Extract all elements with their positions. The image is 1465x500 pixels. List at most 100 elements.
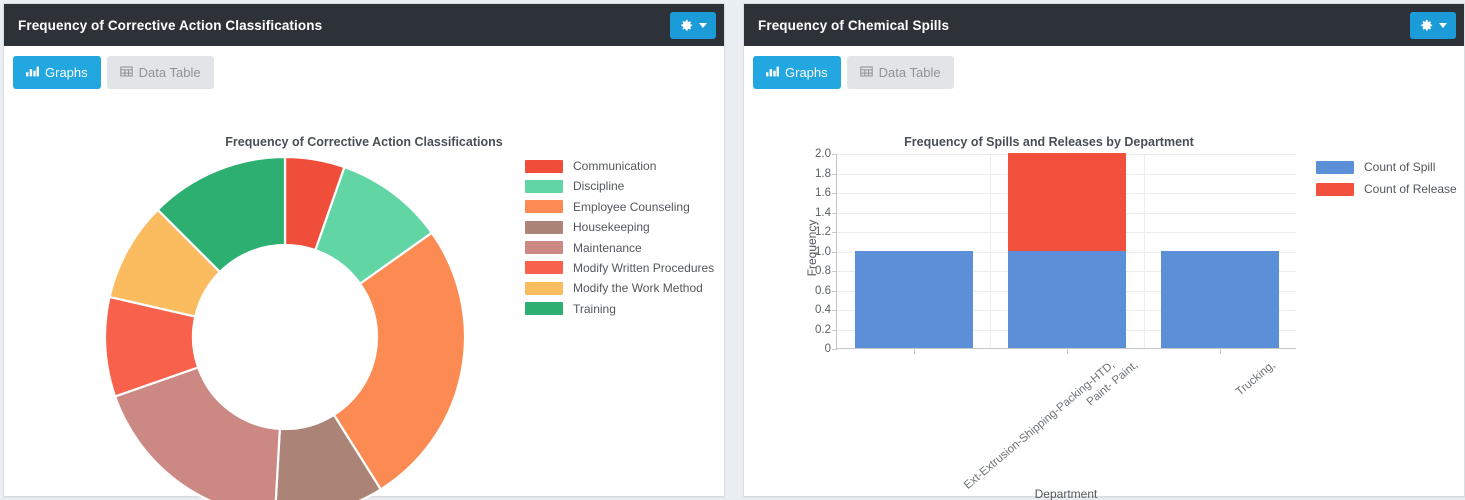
legend-item[interactable]: Employee Counseling <box>525 200 714 214</box>
y-tick-mark <box>832 271 837 272</box>
bar-segment[interactable] <box>855 251 973 349</box>
legend-color-swatch <box>525 241 563 254</box>
x-tick-mark <box>1220 348 1221 354</box>
y-tick-label: 1.8 <box>815 168 831 180</box>
y-tick-mark <box>832 213 837 214</box>
legend-color-swatch <box>525 261 563 274</box>
legend-color-swatch <box>1316 183 1354 196</box>
legend-item-label: Maintenance <box>573 241 642 255</box>
panel-header: Frequency of Chemical Spills <box>744 4 1464 46</box>
tabbar: Graphs Data Table <box>4 46 724 89</box>
y-tick-label: 1.6 <box>815 187 831 199</box>
y-tick-label: 1.0 <box>815 246 831 258</box>
legend-item-label: Modify Written Procedures <box>573 261 714 275</box>
chevron-down-icon <box>1439 23 1447 28</box>
legend-item-label: Count of Release <box>1364 182 1457 196</box>
legend-item[interactable]: Discipline <box>525 179 714 193</box>
bar-legend: Count of Spill Count of Release <box>1316 160 1457 196</box>
legend-color-swatch <box>525 180 563 193</box>
settings-dropdown-button[interactable] <box>1410 12 1456 39</box>
tab-data-table[interactable]: Data Table <box>107 56 214 89</box>
legend-item[interactable]: Maintenance <box>525 241 714 255</box>
legend-item[interactable]: Housekeeping <box>525 220 714 234</box>
y-tick-mark <box>832 232 837 233</box>
panel-title: Frequency of Chemical Spills <box>758 18 949 33</box>
chevron-down-icon <box>699 23 707 28</box>
x-tick-label: Trucking, <box>1234 359 1278 398</box>
tab-data-table-label: Data Table <box>879 65 941 80</box>
x-tick-mark <box>1067 348 1068 354</box>
y-tick-mark <box>832 330 837 331</box>
y-tick-mark <box>832 291 837 292</box>
vertical-gridline <box>1144 154 1145 348</box>
legend-item[interactable]: Count of Release <box>1316 182 1457 196</box>
y-tick-label: 0.8 <box>815 265 831 277</box>
legend-color-swatch <box>525 221 563 234</box>
x-tick-mark <box>914 348 915 354</box>
bar-stack[interactable] <box>1008 153 1126 348</box>
y-tick-mark <box>832 349 837 350</box>
donut-chart-title: Frequency of Corrective Action Classific… <box>4 135 724 149</box>
tab-graphs-label: Graphs <box>45 65 88 80</box>
y-tick-label: 0.2 <box>815 324 831 336</box>
bar-chart-icon <box>766 65 779 81</box>
y-tick-label: 1.4 <box>815 207 831 219</box>
legend-item[interactable]: Count of Spill <box>1316 160 1457 174</box>
tab-graphs-label: Graphs <box>785 65 828 80</box>
legend-color-swatch <box>525 200 563 213</box>
table-icon <box>120 65 133 81</box>
bar-stack[interactable] <box>855 251 973 349</box>
y-tick-mark <box>832 154 837 155</box>
gear-icon <box>1419 18 1434 33</box>
legend-item-label: Employee Counseling <box>573 200 690 214</box>
donut-graphic[interactable] <box>100 152 470 500</box>
gear-icon <box>679 18 694 33</box>
legend-item-label: Training <box>573 302 616 316</box>
legend-item[interactable]: Training <box>525 302 714 316</box>
x-tick-label: Ext-Extrusion-Shipping-Packing-HTD, <box>962 359 1117 492</box>
tab-graphs[interactable]: Graphs <box>13 56 101 89</box>
tabbar: Graphs Data Table <box>744 46 1464 89</box>
legend-color-swatch <box>525 302 563 315</box>
dashboard: Frequency of Corrective Action Classific… <box>0 0 1465 500</box>
table-icon <box>860 65 873 81</box>
legend-item-label: Discipline <box>573 179 624 193</box>
bar-segment[interactable] <box>1008 153 1126 251</box>
legend-item-label: Housekeeping <box>573 220 650 234</box>
panel-corrective-actions: Frequency of Corrective Action Classific… <box>3 3 725 497</box>
legend-item[interactable]: Modify Written Procedures <box>525 261 714 275</box>
legend-item-label: Communication <box>573 159 656 173</box>
panel-header: Frequency of Corrective Action Classific… <box>4 4 724 46</box>
bar-stack[interactable] <box>1161 251 1279 349</box>
y-tick-label: 0 <box>825 343 831 355</box>
y-tick-mark <box>832 193 837 194</box>
legend-item[interactable]: Modify the Work Method <box>525 281 714 295</box>
bar-chart-icon <box>26 65 39 81</box>
legend-item-label: Count of Spill <box>1364 160 1435 174</box>
panel-title: Frequency of Corrective Action Classific… <box>18 18 322 33</box>
panel-chemical-spills: Frequency of Chemical Spills <box>743 3 1465 497</box>
legend-item[interactable]: Communication <box>525 159 714 173</box>
settings-dropdown-button[interactable] <box>670 12 716 39</box>
y-tick-label: 2.0 <box>815 148 831 160</box>
donut-chart: Frequency of Corrective Action Classific… <box>4 89 724 496</box>
y-tick-mark <box>832 174 837 175</box>
bar-segment[interactable] <box>1008 251 1126 349</box>
bar-chart-x-axis-label: Department <box>836 487 1296 500</box>
y-tick-label: 1.2 <box>815 226 831 238</box>
legend-color-swatch <box>525 282 563 295</box>
bar-plot-area[interactable]: 00.20.40.60.81.01.21.41.61.82.0 <box>836 154 1296 349</box>
vertical-gridline <box>990 154 991 348</box>
bar-chart: Frequency of Spills and Releases by Depa… <box>744 89 1464 496</box>
legend-color-swatch <box>525 160 563 173</box>
bar-chart-title: Frequency of Spills and Releases by Depa… <box>784 135 1314 149</box>
tab-graphs[interactable]: Graphs <box>753 56 841 89</box>
y-tick-label: 0.6 <box>815 285 831 297</box>
donut-legend: Communication Discipline Employee Counseli… <box>525 159 714 316</box>
y-tick-label: 0.4 <box>815 304 831 316</box>
tab-data-table[interactable]: Data Table <box>847 56 954 89</box>
bar-segment[interactable] <box>1161 251 1279 349</box>
legend-color-swatch <box>1316 161 1354 174</box>
tab-data-table-label: Data Table <box>139 65 201 80</box>
y-tick-mark <box>832 252 837 253</box>
